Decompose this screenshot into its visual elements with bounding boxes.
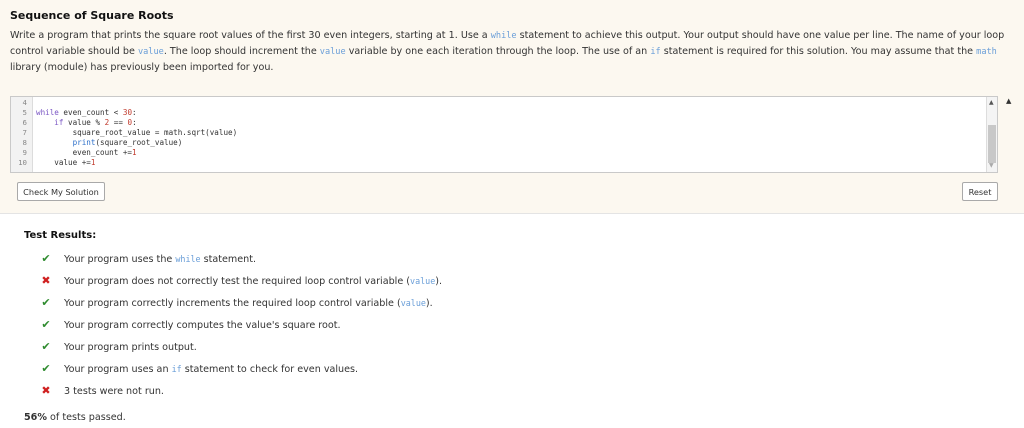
check-solution-button[interactable]: Check My Solution — [17, 182, 105, 201]
check-icon: ✔ — [41, 362, 51, 375]
keyword-math: math — [976, 47, 997, 57]
page-scroll-up-icon[interactable]: ▲ — [1006, 97, 1011, 105]
code-line[interactable]: value +=1 — [36, 158, 95, 168]
keyword-value: value — [137, 47, 164, 57]
code-line[interactable]: even_count +=1 — [36, 148, 137, 158]
test-result-text: Your program does not correctly test the… — [64, 276, 443, 287]
test-result-text: Your program uses an if statement to che… — [64, 364, 359, 375]
problem-panel: Sequence of Square Roots Write a program… — [0, 0, 1024, 213]
check-icon: ✔ — [41, 296, 51, 309]
test-results-title: Test Results: — [24, 230, 97, 241]
scroll-up-arrow-icon[interactable]: ▲ — [989, 100, 994, 106]
keyword-while: while — [490, 31, 517, 41]
line-number: 5 — [22, 108, 27, 117]
line-number-gutter: 4 5 6 7 8 9 10 — [11, 97, 33, 172]
problem-title: Sequence of Square Roots — [10, 9, 174, 22]
scroll-down-arrow-icon[interactable]: ▼ — [989, 163, 994, 169]
problem-description: Write a program that prints the square r… — [10, 30, 1005, 73]
cross-icon: ✖ — [41, 274, 51, 287]
test-result-text: Your program uses the while statement. — [64, 254, 257, 265]
line-number: 6 — [22, 118, 27, 127]
line-number: 8 — [22, 138, 27, 147]
cross-icon: ✖ — [41, 384, 51, 397]
code-line[interactable]: square_root_value = math.sqrt(value) — [36, 128, 238, 138]
test-results-panel: Test Results: ✔ Your program uses the wh… — [0, 213, 1024, 428]
code-editor[interactable]: 4 5 6 7 8 9 10 while even_count < 30: if… — [10, 96, 998, 173]
line-number: 10 — [18, 158, 27, 167]
percent-passed: 56% — [24, 412, 47, 423]
line-number: 9 — [22, 148, 27, 157]
check-icon: ✔ — [41, 340, 51, 353]
keyword-if: if — [650, 47, 661, 57]
test-result-text: Your program prints output. — [64, 342, 197, 353]
test-result-text: Your program correctly computes the valu… — [64, 320, 341, 331]
check-icon: ✔ — [41, 318, 51, 331]
test-result-text: Your program correctly increments the re… — [64, 298, 433, 309]
code-line[interactable]: print(square_root_value) — [36, 138, 183, 148]
line-number: 7 — [22, 128, 27, 137]
code-line[interactable]: if value % 2 == 0: — [36, 118, 136, 128]
code-line[interactable]: while even_count < 30: — [36, 108, 137, 118]
tests-passed-summary: 56% of tests passed. — [24, 412, 126, 423]
reset-button[interactable]: Reset — [962, 182, 998, 201]
check-icon: ✔ — [41, 252, 51, 265]
editor-scrollbar[interactable]: ▲ ▼ — [986, 97, 997, 172]
keyword-value: value — [319, 47, 346, 57]
test-result-text: 3 tests were not run. — [64, 386, 164, 397]
scrollbar-thumb[interactable] — [988, 125, 996, 163]
line-number: 4 — [22, 98, 27, 107]
